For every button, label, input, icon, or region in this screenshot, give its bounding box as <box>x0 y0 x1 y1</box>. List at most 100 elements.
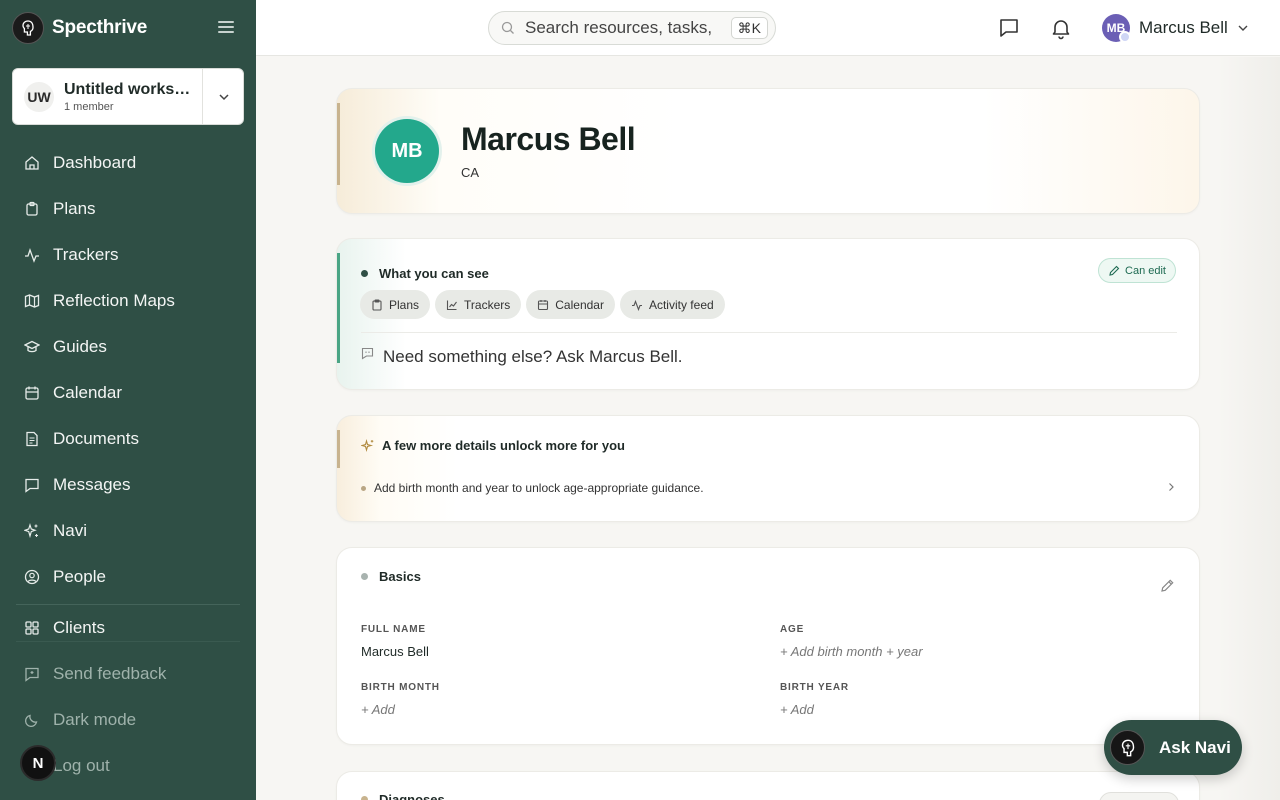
chip-plans[interactable]: Plans <box>360 290 431 319</box>
section-title: Basics <box>361 569 421 584</box>
profile-location: CA <box>461 165 480 180</box>
status-dot <box>361 270 368 277</box>
sparkles-icon <box>24 523 40 539</box>
diagnoses-card: Diagnoses <box>336 771 1200 800</box>
visibility-title: What you can see <box>379 266 489 281</box>
chip-activity-feed[interactable]: Activity feed <box>619 290 725 319</box>
profile-avatar: MB <box>375 119 439 183</box>
basics-card: Basics FULL NAME Marcus Bell AGE + Add b… <box>336 547 1200 745</box>
graduation-cap-icon <box>24 339 40 355</box>
workspace-members: 1 member <box>64 100 114 113</box>
birth-year-label: BIRTH YEAR <box>780 682 849 693</box>
chip-trackers[interactable]: Trackers <box>435 290 522 319</box>
nav-item-plans[interactable]: Plans <box>12 186 244 232</box>
nav-label: Documents <box>53 429 139 448</box>
brand[interactable]: Specthrive <box>12 12 147 44</box>
birth-month-label: BIRTH MONTH <box>361 682 440 693</box>
diagnoses-title: Diagnoses <box>379 792 445 800</box>
nav-item-dark-mode[interactable]: Dark mode <box>12 697 244 743</box>
calendar-icon <box>538 299 549 310</box>
bullet-dot <box>361 485 366 491</box>
main-content: MB Marcus Bell CA What you can see Can e… <box>256 57 1280 800</box>
search-icon <box>501 21 514 34</box>
nav-item-messages[interactable]: Messages <box>12 462 244 508</box>
chart-icon <box>446 300 457 310</box>
nav-clients-section: Clients <box>12 605 244 651</box>
nav-item-dashboard[interactable]: Dashboard <box>12 140 244 186</box>
nav-item-send-feedback[interactable]: Send feedback <box>12 651 244 697</box>
bell-icon[interactable] <box>1049 16 1073 40</box>
activity-icon <box>631 299 642 311</box>
can-edit-badge[interactable]: Can edit <box>1098 258 1176 283</box>
nav-item-navi[interactable]: Navi <box>12 508 244 554</box>
sidebar: Specthrive UW Untitled workspace 1 membe… <box>0 0 256 800</box>
map-icon <box>24 293 40 309</box>
section-title: Diagnoses <box>361 792 445 800</box>
workspace-divider <box>202 69 203 124</box>
document-icon <box>24 431 40 447</box>
chip-label: Plans <box>389 297 420 312</box>
ask-navi-label: Ask Navi <box>1159 737 1231 757</box>
chip-label: Trackers <box>464 297 511 312</box>
ask-navi-button[interactable]: Ask Navi <box>1104 720 1242 775</box>
full-name-value: Marcus Bell <box>361 644 429 659</box>
user-name: Marcus Bell <box>1139 18 1228 37</box>
divider <box>361 332 1177 333</box>
nav-item-calendar[interactable]: Calendar <box>12 370 244 416</box>
nav-item-reflection-maps[interactable]: Reflection Maps <box>12 278 244 324</box>
moon-icon <box>24 712 40 728</box>
full-name-label: FULL NAME <box>361 624 426 635</box>
nav-divider <box>16 641 240 642</box>
grid-icon <box>24 620 40 636</box>
nav-item-documents[interactable]: Documents <box>12 416 244 462</box>
add-age-button[interactable]: + Add birth month + year <box>780 644 923 659</box>
home-icon <box>24 155 40 171</box>
unlock-item-text: Add birth month and year to unlock age-a… <box>374 481 704 495</box>
workspace-switcher[interactable]: UW Untitled workspace 1 member <box>12 68 244 125</box>
main-nav: Dashboard Plans Trackers Reflection Maps… <box>12 140 244 600</box>
nav-label: Trackers <box>53 245 119 264</box>
ask-owner-line: Need something else? Ask Marcus Bell. <box>361 347 683 367</box>
add-birth-month-button[interactable]: + Add <box>361 702 395 717</box>
message-icon <box>24 477 40 493</box>
card-accent <box>337 103 340 185</box>
activity-icon <box>24 247 40 263</box>
dev-badge[interactable]: N <box>20 745 56 781</box>
card-accent <box>337 253 340 363</box>
nav-item-clients[interactable]: Clients <box>12 605 244 651</box>
topbar: ⌘K MB Marcus Bell <box>256 0 1280 56</box>
nav-label: Log out <box>53 756 110 775</box>
search-box[interactable]: ⌘K <box>488 11 776 45</box>
nav-label: Send feedback <box>53 664 167 683</box>
profile-name: Marcus Bell <box>461 121 636 157</box>
feedback-icon <box>24 666 40 682</box>
brain-logo-icon <box>12 12 44 44</box>
chip-label: Activity feed <box>648 297 714 312</box>
clipboard-icon <box>24 201 40 217</box>
permission-chips: Plans Trackers Calendar Activity feed <box>360 290 725 319</box>
diagnoses-action-button[interactable] <box>1099 792 1179 800</box>
chevron-down-icon[interactable] <box>216 89 232 105</box>
message-icon <box>361 347 374 359</box>
status-dot <box>361 573 368 580</box>
nav-label: Plans <box>53 199 96 218</box>
chat-icon[interactable] <box>997 16 1021 40</box>
edit-pencil-icon[interactable] <box>1159 578 1175 594</box>
nav-item-guides[interactable]: Guides <box>12 324 244 370</box>
chip-calendar[interactable]: Calendar <box>526 290 615 319</box>
nav-item-people[interactable]: People <box>12 554 244 600</box>
nav-label: Dashboard <box>53 153 137 172</box>
section-title: What you can see <box>361 266 489 281</box>
add-birth-year-button[interactable]: + Add <box>780 702 814 717</box>
nav-label: Guides <box>53 337 107 356</box>
user-menu[interactable]: MB Marcus Bell <box>1102 13 1250 43</box>
search-shortcut: ⌘K <box>730 17 768 39</box>
status-dot <box>361 796 368 800</box>
can-edit-label: Can edit <box>1125 264 1166 277</box>
unlock-item[interactable]: Add birth month and year to unlock age-a… <box>361 477 1177 499</box>
search-input[interactable] <box>525 18 715 38</box>
nav-item-trackers[interactable]: Trackers <box>12 232 244 278</box>
calendar-icon <box>24 385 40 401</box>
sidebar-toggle-icon[interactable] <box>216 18 236 38</box>
age-label: AGE <box>780 624 805 635</box>
